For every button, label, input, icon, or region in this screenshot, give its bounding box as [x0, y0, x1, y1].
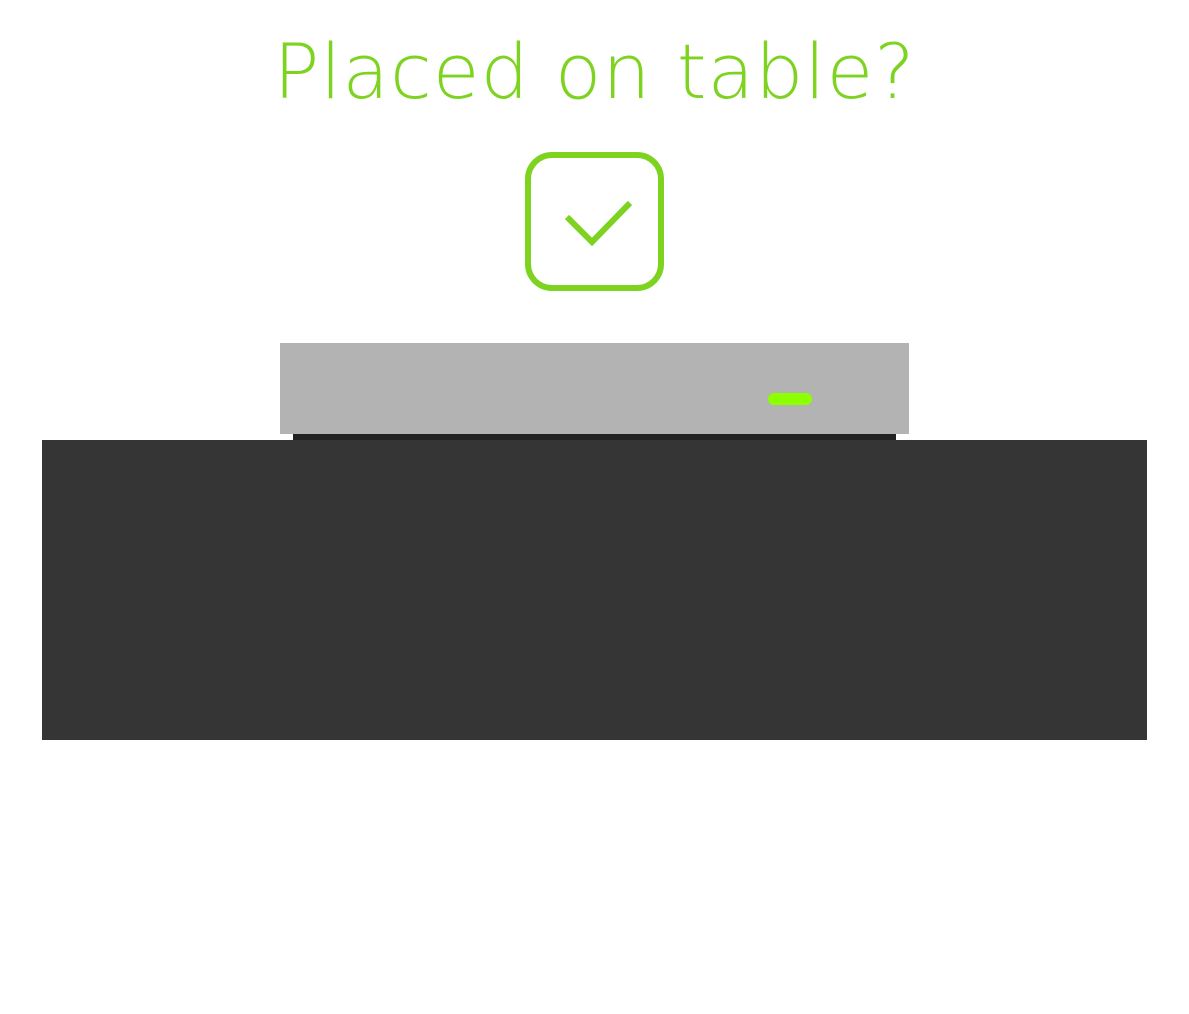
- table-surface: [42, 440, 1147, 740]
- status-led: [768, 393, 812, 405]
- checkmark-icon: [564, 200, 633, 247]
- question-title: Placed on table?: [273, 27, 916, 116]
- placed-on-table-checkbox[interactable]: [525, 152, 664, 291]
- device-body: [280, 343, 909, 434]
- checkbox-frame: [525, 152, 664, 291]
